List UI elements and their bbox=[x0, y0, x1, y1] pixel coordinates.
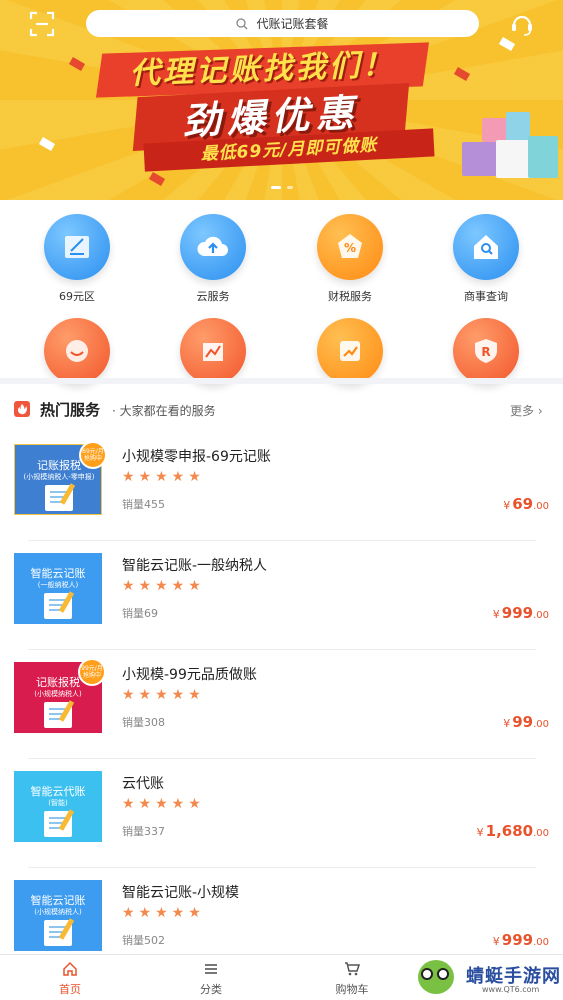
tab-cart[interactable]: 购物车 bbox=[312, 961, 392, 997]
sales-count: 销量69 bbox=[122, 607, 158, 620]
home-icon bbox=[63, 961, 77, 976]
product-thumbnail: 记账报税 (小规模纳税人) 99元/月 抢购中 bbox=[14, 658, 106, 733]
product-price: ¥69.00 bbox=[503, 495, 549, 513]
star-rating: ★★★★★ bbox=[122, 905, 205, 921]
building-chart-icon bbox=[180, 318, 246, 384]
product-card[interactable]: 智能云记账 (一般纳税人) 智能云记账-一般纳税人 ★★★★★ 销量69 ¥99… bbox=[0, 541, 563, 650]
sales-count: 销量455 bbox=[122, 498, 165, 511]
gift-boxes-image bbox=[462, 112, 558, 182]
headset-icon[interactable] bbox=[508, 10, 536, 38]
frog-logo bbox=[418, 960, 454, 994]
category-item[interactable] bbox=[143, 318, 283, 384]
category-label: 商事查询 bbox=[464, 290, 508, 303]
watermark-url: www.QT6.com bbox=[482, 985, 540, 994]
product-price: ¥99.00 bbox=[503, 713, 549, 731]
star-rating: ★★★★★ bbox=[122, 687, 205, 703]
category-label: 69元区 bbox=[59, 290, 95, 303]
more-link[interactable]: 更多 › bbox=[510, 402, 543, 419]
category-grid: 69元区 云服务 % 财税服务 商事查询 R bbox=[0, 200, 563, 384]
tab-label: 分类 bbox=[200, 983, 222, 996]
hot-services-header: 热门服务 · 大家都在看的服务 更多 › bbox=[0, 390, 563, 428]
trend-chart-icon bbox=[317, 318, 383, 384]
section-divider bbox=[0, 378, 563, 384]
search-icon bbox=[236, 17, 248, 29]
category-label: 云服务 bbox=[196, 290, 230, 303]
star-rating: ★★★★★ bbox=[122, 469, 205, 485]
smile-leaf-icon bbox=[44, 318, 110, 384]
product-thumbnail: 智能云记账 (一般纳税人) bbox=[14, 553, 102, 624]
category-cloud-service[interactable]: 云服务 bbox=[143, 214, 283, 304]
category-tax-service[interactable]: % 财税服务 bbox=[280, 214, 420, 304]
promo-banner[interactable]: 代账记账套餐 代理记账找我们！ 劲爆优惠 最低69元/月即可做账 bbox=[0, 0, 563, 200]
sales-count: 销量308 bbox=[122, 716, 165, 729]
signature-doc-icon bbox=[44, 214, 110, 280]
product-thumbnail: 智能云记账 (小规模纳税人) bbox=[14, 880, 102, 951]
product-card[interactable]: 记账报税 (小规模纳税人-零申报) 69元/月 抢购中 小规模零申报-69元记账… bbox=[0, 432, 563, 541]
category-item[interactable] bbox=[280, 318, 420, 384]
sales-count: 销量337 bbox=[122, 825, 165, 838]
product-price: ¥1,680.00 bbox=[476, 822, 549, 840]
star-rating: ★★★★★ bbox=[122, 796, 205, 812]
category-label: 财税服务 bbox=[328, 290, 372, 303]
section-title: 热门服务 bbox=[40, 401, 101, 419]
promo-badge: 69元/月 抢购中 bbox=[79, 441, 107, 469]
star-rating: ★★★★★ bbox=[122, 578, 205, 594]
product-thumbnail: 记账报税 (小规模纳税人-零申报) 69元/月 抢购中 bbox=[14, 441, 107, 515]
product-card[interactable]: 记账报税 (小规模纳税人) 99元/月 抢购中 小规模-99元品质做账 ★★★★… bbox=[0, 650, 563, 759]
carousel-dot[interactable] bbox=[270, 186, 281, 189]
category-69-zone[interactable]: 69元区 bbox=[7, 214, 147, 304]
tab-label: 购物车 bbox=[335, 983, 369, 996]
chevron-right-icon: › bbox=[537, 404, 543, 418]
fire-icon bbox=[14, 401, 30, 417]
banner-poster: 代理记账找我们！ 劲爆优惠 最低69元/月即可做账 bbox=[78, 42, 448, 172]
product-name: 云代账 bbox=[122, 776, 164, 792]
category-business-query[interactable]: 商事查询 bbox=[416, 214, 556, 304]
product-name: 智能云记账-一般纳税人 bbox=[122, 558, 268, 574]
svg-text:%: % bbox=[344, 241, 356, 255]
cart-icon bbox=[345, 962, 360, 976]
tab-home[interactable]: 首页 bbox=[30, 961, 110, 997]
list-icon bbox=[205, 964, 217, 974]
tab-category[interactable]: 分类 bbox=[171, 961, 251, 997]
category-item[interactable]: R bbox=[416, 318, 556, 384]
house-search-icon bbox=[453, 214, 519, 280]
tab-label: 首页 bbox=[59, 983, 81, 996]
product-price: ¥999.00 bbox=[492, 604, 549, 622]
shield-r-icon: R bbox=[453, 318, 519, 384]
section-subtitle: · 大家都在看的服务 bbox=[112, 404, 216, 418]
search-text: 代账记账套餐 bbox=[256, 17, 329, 31]
carousel-dot[interactable] bbox=[286, 186, 293, 189]
sales-count: 销量502 bbox=[122, 934, 165, 947]
promo-badge: 99元/月 抢购中 bbox=[78, 658, 106, 686]
product-card[interactable]: 智能云代账 (智能) 云代账 ★★★★★ 销量337 ¥1,680.00 bbox=[0, 759, 563, 868]
product-name: 小规模-99元品质做账 bbox=[122, 667, 257, 683]
product-name: 小规模零申报-69元记账 bbox=[122, 449, 271, 465]
percent-tag-icon: % bbox=[317, 214, 383, 280]
search-input[interactable]: 代账记账套餐 bbox=[86, 10, 479, 37]
product-price: ¥999.00 bbox=[492, 931, 549, 949]
svg-text:R: R bbox=[481, 345, 490, 359]
product-thumbnail: 智能云代账 (智能) bbox=[14, 771, 102, 842]
category-item[interactable] bbox=[7, 318, 147, 384]
carousel-indicator bbox=[0, 186, 563, 189]
site-watermark: 蜻蜓手游网 www.QT6.com bbox=[412, 958, 562, 998]
scan-icon[interactable] bbox=[28, 10, 56, 38]
cloud-upload-icon bbox=[180, 214, 246, 280]
product-name: 智能云记账-小规模 bbox=[122, 885, 240, 901]
